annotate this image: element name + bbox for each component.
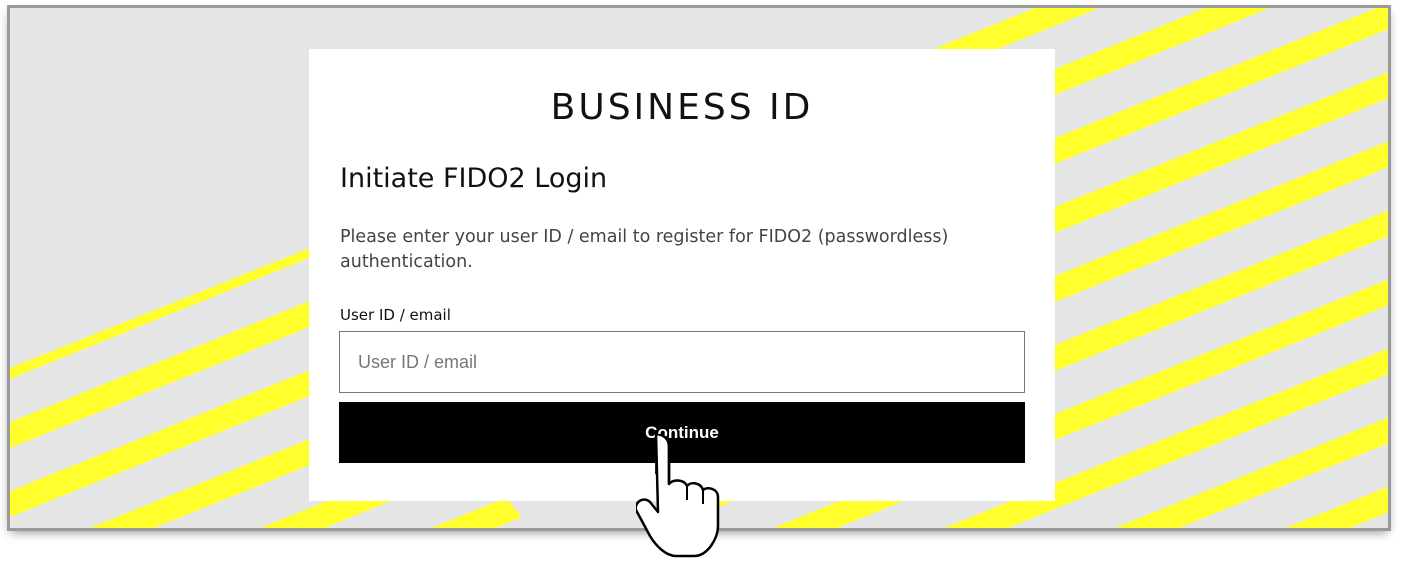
hand-pointer-icon bbox=[636, 434, 720, 558]
page-title: Initiate FIDO2 Login bbox=[340, 163, 608, 194]
brand-title: BUSINESS ID bbox=[550, 87, 814, 128]
user-id-label: User ID / email bbox=[340, 306, 451, 324]
instructions-text: Please enter your user ID / email to reg… bbox=[340, 227, 949, 272]
user-id-input[interactable] bbox=[339, 331, 1025, 393]
